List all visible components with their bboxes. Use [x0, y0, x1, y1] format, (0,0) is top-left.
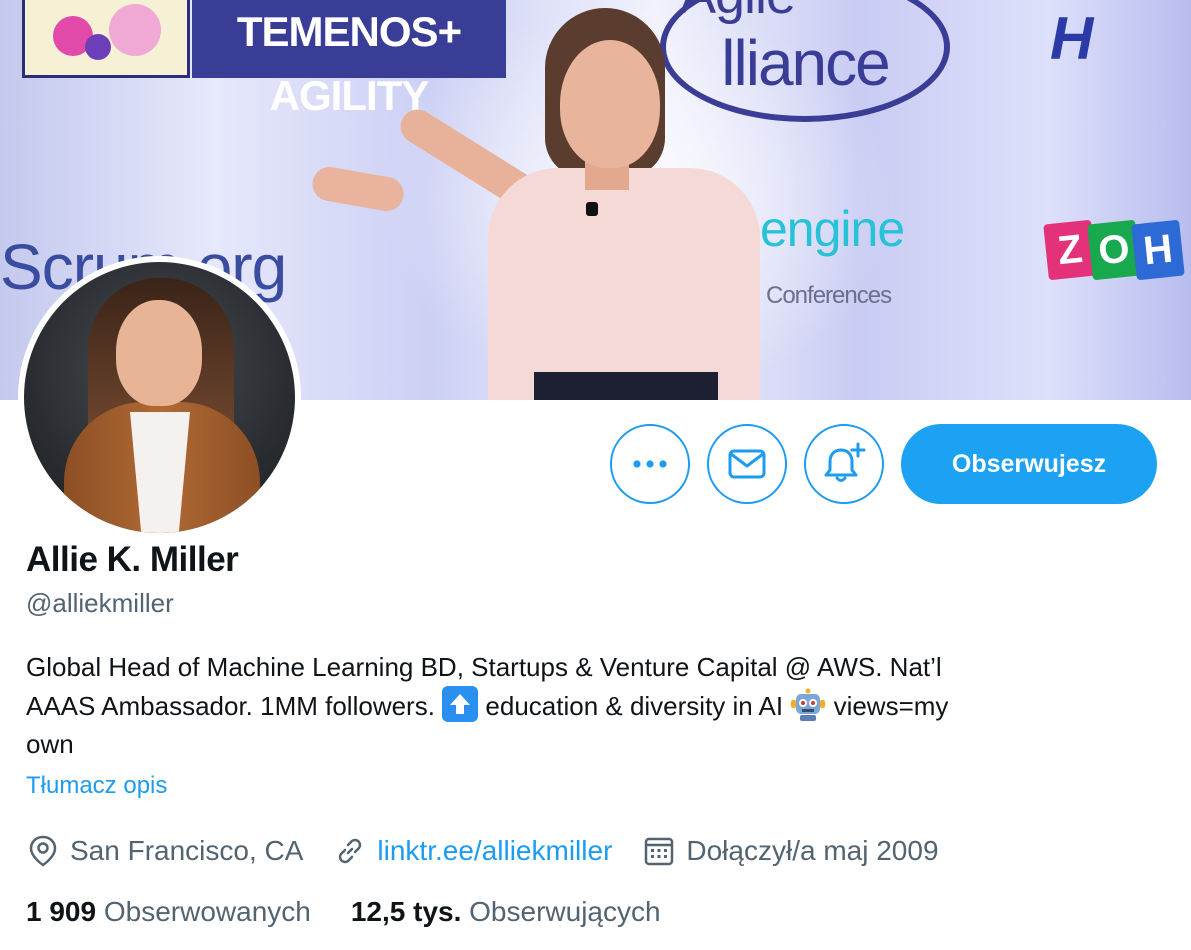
- sponsor-logo-conferences: Conferences: [766, 282, 892, 309]
- link-icon: [333, 834, 367, 868]
- joined-text: Dołączył/a maj 2009: [686, 835, 939, 866]
- followers-label: Obserwujących: [469, 896, 661, 927]
- followers-count: 12,5 tys.: [350, 896, 462, 927]
- sponsor-logo-left: [22, 0, 190, 78]
- location-item: San Francisco, CA: [26, 834, 303, 868]
- profile-handle: @alliekmiller: [26, 588, 174, 618]
- sponsor-logo-temenos: TEMENOS+ AGILITY: [192, 0, 506, 119]
- profile-avatar[interactable]: [18, 256, 301, 539]
- sponsor-logo-zoho: Z O H: [1043, 219, 1185, 292]
- up-arrow-emoji-icon: [442, 686, 479, 722]
- joined-item: Dołączył/a maj 2009: [642, 834, 939, 868]
- agile-alliance-text: lliance: [721, 27, 890, 99]
- mail-icon: [728, 449, 766, 479]
- bell-plus-icon: [824, 442, 866, 482]
- bio-text: education & diversity in AI: [478, 691, 791, 721]
- website-item[interactable]: linktr.ee/alliekmiller: [333, 834, 612, 868]
- translate-bio-link[interactable]: Tłumacz opis: [26, 772, 167, 800]
- following-stat[interactable]: 1 909 Obserwowanych: [26, 896, 311, 928]
- calendar-icon: [642, 834, 676, 868]
- bio-text: AAAS Ambassador. 1MM followers.: [26, 691, 443, 721]
- bio-text: views=my: [826, 691, 949, 721]
- bio-line: AAAS Ambassador. 1MM followers. educatio…: [26, 686, 1136, 725]
- location-text: San Francisco, CA: [70, 835, 304, 866]
- zoho-letter: H: [1131, 219, 1185, 281]
- sponsor-logo-h: H: [1050, 5, 1093, 72]
- notifications-button[interactable]: [804, 424, 884, 504]
- bio-line: Global Head of Machine Learning BD, Star…: [26, 652, 942, 682]
- bio-line: own: [26, 729, 74, 759]
- agile-alliance-top-text: Agile: [680, 0, 796, 26]
- following-count: 1 909: [26, 896, 97, 927]
- sponsor-logo-engine: engine: [760, 201, 905, 257]
- more-dots-icon: [633, 460, 667, 468]
- profile-stats: 1 909 Obserwowanych 12,5 tys. Obserwując…: [26, 896, 701, 928]
- following-button[interactable]: Obserwujesz: [901, 424, 1157, 504]
- profile-name: Allie K. Miller: [26, 540, 239, 579]
- following-label: Obserwowanych: [103, 896, 311, 927]
- profile-actions: Obserwujesz: [610, 424, 1157, 504]
- location-pin-icon: [26, 834, 60, 868]
- robot-emoji-icon: [790, 688, 826, 722]
- message-button[interactable]: [707, 424, 787, 504]
- followers-stat[interactable]: 12,5 tys. Obserwujących: [351, 896, 661, 928]
- more-button[interactable]: [610, 424, 690, 504]
- profile-bio: Global Head of Machine Learning BD, Star…: [26, 648, 1136, 763]
- website-link[interactable]: linktr.ee/alliekmiller: [377, 835, 612, 867]
- profile-meta: San Francisco, CA linktr.ee/alliekmiller…: [26, 834, 969, 868]
